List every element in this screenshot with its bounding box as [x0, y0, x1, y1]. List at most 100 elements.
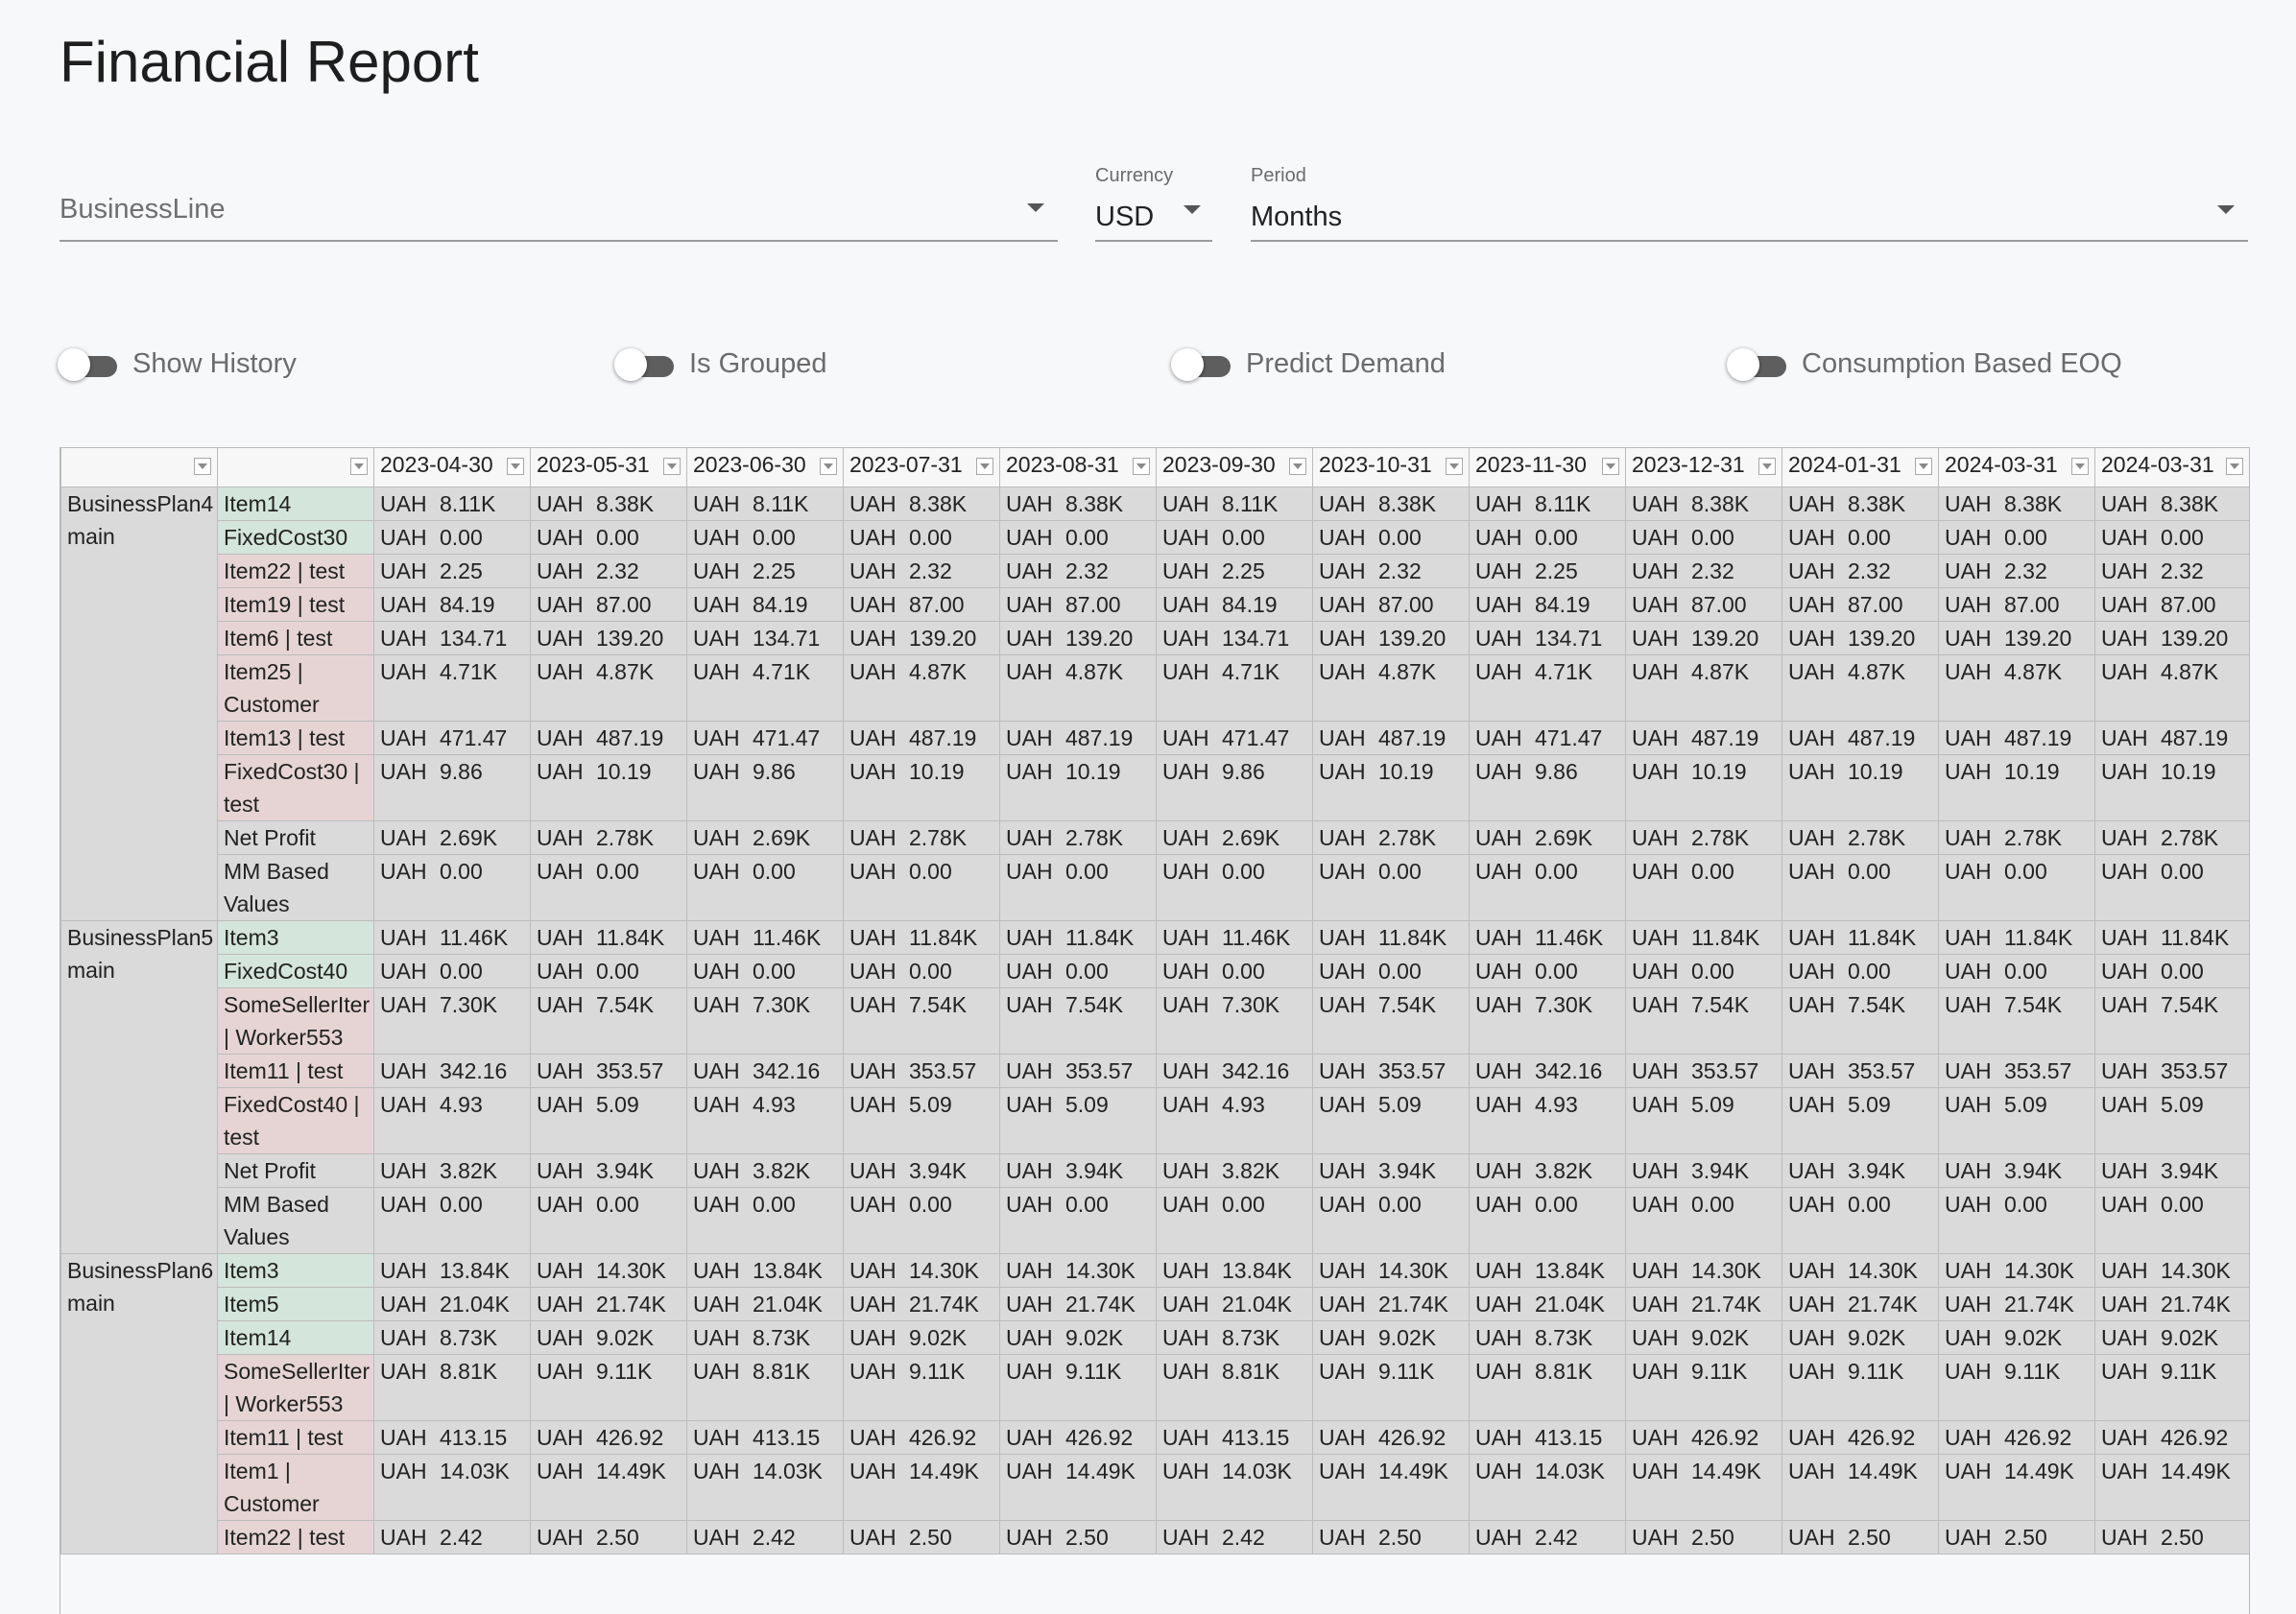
currency-code: UAH — [693, 491, 740, 516]
column-header[interactable]: 2023-09-30 — [1156, 447, 1313, 487]
currency-code: UAH — [1945, 859, 1992, 884]
item-cell: Item25 | Customer — [217, 654, 374, 722]
filter-icon[interactable] — [663, 458, 681, 475]
amount: 4.87K — [2161, 659, 2219, 684]
business-line-select[interactable]: BusinessLine — [60, 182, 1058, 242]
filter-icon[interactable] — [1289, 458, 1306, 475]
amount: 353.57 — [2004, 1058, 2072, 1083]
period-select[interactable]: Period Months — [1251, 165, 2248, 242]
currency-code: UAH — [1319, 491, 1366, 516]
value-cell: UAH 9.02K — [1625, 1320, 1782, 1355]
amount: 0.00 — [1691, 859, 1734, 884]
report-grid[interactable]: 2023-04-30 2023-05-31 2023-06-30 2023-07-31… — [60, 447, 2250, 1614]
currency-code: UAH — [1945, 592, 1992, 617]
filter-icon[interactable] — [820, 458, 837, 475]
value-cell: UAH 21.04K — [373, 1287, 531, 1321]
currency-code: UAH — [1945, 1192, 1992, 1217]
column-header[interactable]: 2023-04-30 — [373, 447, 531, 487]
column-header[interactable]: 2023-05-31 — [530, 447, 687, 487]
toggle-switch[interactable] — [1171, 344, 1232, 384]
table-row: Item22 | test UAH 2.25 UAH 2.32 UAH 2.25 UAH 2.3… — [61, 554, 2249, 588]
consumption-eoq-toggle[interactable]: Consumption Based EOQ — [1727, 344, 2122, 384]
currency-code: UAH — [693, 1058, 740, 1083]
value-cell: UAH 3.82K — [373, 1153, 531, 1188]
currency-code: UAH — [380, 725, 427, 750]
show-history-toggle[interactable]: Show History — [58, 344, 297, 384]
filter-icon[interactable] — [1915, 458, 1932, 475]
currency-code: UAH — [1475, 1459, 1522, 1483]
value-cell: UAH 14.49K — [1312, 1454, 1470, 1521]
amount: 134.71 — [1222, 626, 1290, 651]
column-header[interactable]: 2023-11-30 — [1469, 447, 1626, 487]
currency-code: UAH — [1319, 558, 1366, 583]
column-date: 2023-09-30 — [1162, 452, 1276, 477]
header-item[interactable] — [217, 447, 374, 487]
filter-icon[interactable] — [1446, 458, 1463, 475]
currency-code: UAH — [1006, 1425, 1053, 1450]
column-header[interactable]: 2024-03-31 — [1938, 447, 2095, 487]
currency-code: UAH — [1319, 1525, 1366, 1550]
amount: 4.71K — [753, 659, 811, 684]
filter-icon[interactable] — [2071, 458, 2089, 475]
value-cell: UAH 426.92 — [1938, 1420, 2095, 1455]
currency-code: UAH — [849, 1425, 897, 1450]
underline — [1095, 240, 1212, 242]
value-cell: UAH 21.74K — [2094, 1287, 2249, 1321]
value-cell: UAH 11.46K — [373, 920, 531, 955]
amount: 9.02K — [596, 1325, 655, 1350]
predict-demand-toggle[interactable]: Predict Demand — [1171, 344, 1446, 384]
amount: 14.30K — [909, 1258, 979, 1283]
header-plan[interactable] — [60, 447, 218, 487]
filter-icon[interactable] — [507, 458, 524, 475]
filter-icon[interactable] — [1602, 458, 1619, 475]
currency-code: UAH — [1632, 525, 1679, 550]
value-cell: UAH 8.81K — [373, 1354, 531, 1421]
amount: 2.32 — [2004, 558, 2047, 583]
filter-icon[interactable] — [976, 458, 993, 475]
amount: 11.84K — [1065, 925, 1135, 950]
value-cell: UAH 84.19 — [1469, 587, 1626, 622]
column-header[interactable]: 2023-10-31 — [1312, 447, 1470, 487]
currency-code: UAH — [1632, 491, 1679, 516]
amount: 426.92 — [1378, 1425, 1447, 1450]
value-cell: UAH 4.71K — [373, 654, 531, 722]
value-cell: UAH 2.78K — [530, 820, 687, 855]
amount: 134.71 — [1535, 626, 1603, 651]
currency-code: UAH — [537, 959, 584, 984]
currency-code: UAH — [1006, 592, 1053, 617]
amount: 2.50 — [1378, 1525, 1422, 1550]
column-header[interactable]: 2023-06-30 — [686, 447, 844, 487]
filter-icon[interactable] — [1133, 458, 1150, 475]
amount: 14.30K — [1065, 1258, 1136, 1283]
toggle-switch[interactable] — [58, 344, 119, 384]
value-cell: UAH 87.00 — [1625, 587, 1782, 622]
is-grouped-toggle[interactable]: Is Grouped — [614, 344, 826, 384]
column-header[interactable]: 2024-01-31 — [1782, 447, 1939, 487]
toggle-switch[interactable] — [1727, 344, 1788, 384]
column-header[interactable]: 2023-12-31 — [1625, 447, 1782, 487]
column-header[interactable]: 2024-03-31 — [2094, 447, 2249, 487]
business-plan-cell: BusinessPlan5 main — [60, 920, 218, 1254]
filter-icon[interactable] — [2226, 458, 2243, 475]
filter-icon[interactable] — [1758, 458, 1776, 475]
value-cell: UAH 11.84K — [1782, 920, 1939, 955]
toggle-switch[interactable] — [614, 344, 676, 384]
amount: 0.00 — [753, 859, 796, 884]
value-cell: UAH 0.00 — [1938, 520, 2095, 555]
filter-icon[interactable] — [194, 458, 211, 475]
currency-select[interactable]: Currency USD — [1095, 165, 1212, 242]
amount: 353.57 — [909, 1058, 977, 1083]
column-header[interactable]: 2023-07-31 — [843, 447, 1000, 487]
column-header[interactable]: 2023-08-31 — [999, 447, 1157, 487]
currency-code: UAH — [1475, 1325, 1522, 1350]
amount: 2.78K — [2004, 825, 2063, 850]
currency-code: UAH — [1788, 925, 1835, 950]
value-cell: UAH 0.00 — [1782, 854, 1939, 921]
value-cell: UAH 5.09 — [843, 1087, 1000, 1154]
currency-code: UAH — [693, 725, 740, 750]
value-cell: UAH 5.09 — [2094, 1087, 2249, 1154]
amount: 342.16 — [753, 1058, 821, 1083]
amount: 0.00 — [1848, 525, 1891, 550]
amount: 8.81K — [1222, 1359, 1280, 1384]
filter-icon[interactable] — [350, 458, 368, 475]
